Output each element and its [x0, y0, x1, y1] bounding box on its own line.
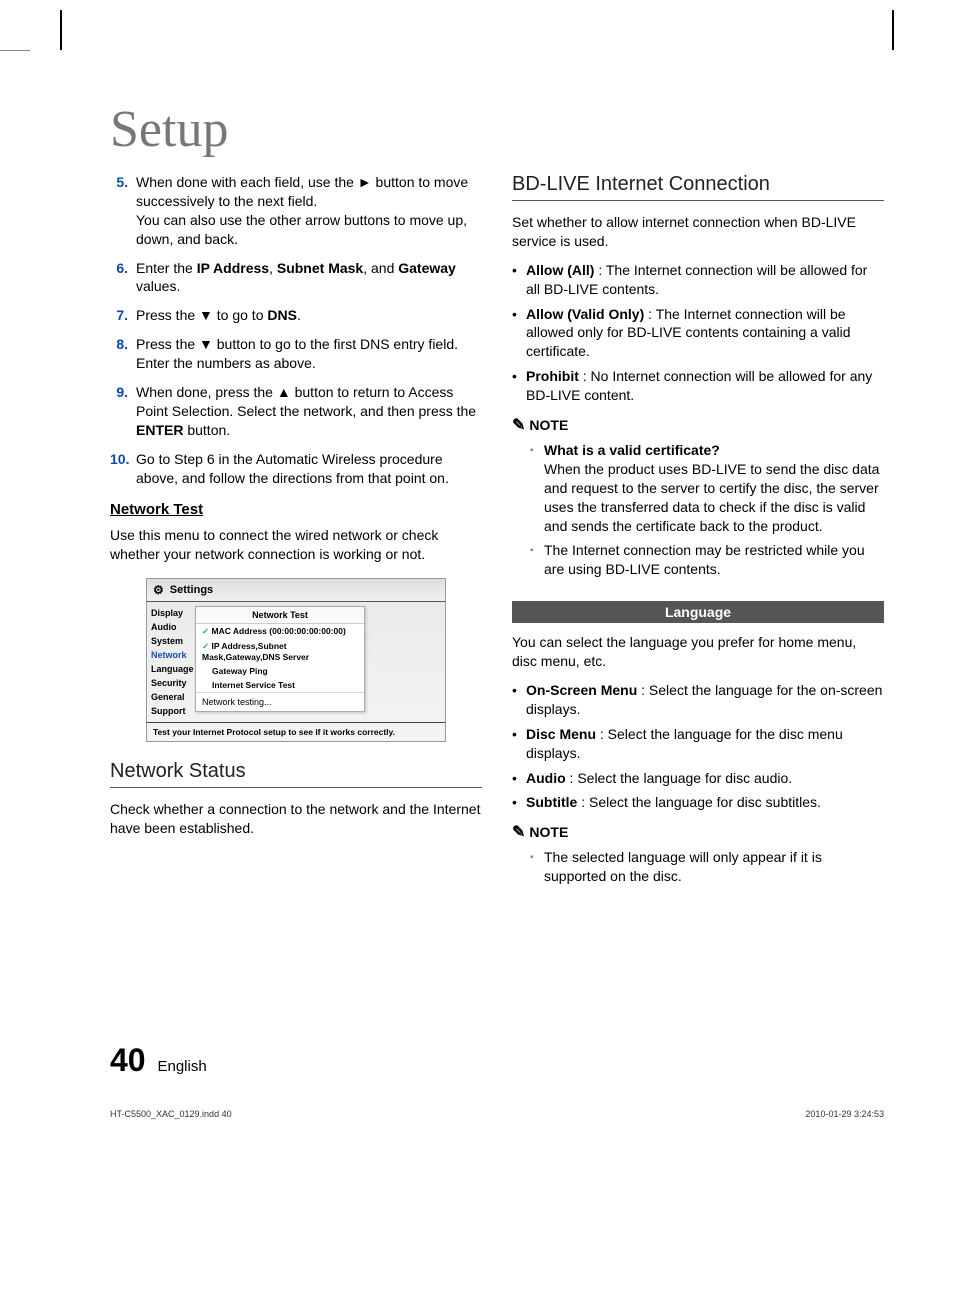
settings-sidebar-item: Support	[147, 704, 193, 718]
language-paragraph: You can select the language you prefer f…	[512, 633, 884, 671]
settings-footer-hint: Test your Internet Protocol setup to see…	[147, 722, 445, 741]
network-status-paragraph: Check whether a connection to the networ…	[110, 800, 482, 838]
print-footer: HT-C5500_XAC_0129.indd 40 2010-01-29 3:2…	[110, 1109, 884, 1119]
settings-title-text: Settings	[170, 584, 213, 596]
gear-icon: ⚙	[153, 583, 164, 597]
bdlive-note: The Internet connection may be restricte…	[530, 541, 884, 579]
note-icon: ✎	[512, 824, 525, 841]
setup-step: 10.Go to Step 6 in the Automatic Wireles…	[110, 450, 482, 488]
setup-step: 6.Enter the IP Address, Subnet Mask, and…	[110, 259, 482, 297]
language-bullet: On-Screen Menu : Select the language for…	[512, 681, 884, 719]
settings-sidebar-item: Display	[147, 606, 193, 620]
settings-screenshot: ⚙ Settings DisplayAudioSystemNetworkLang…	[146, 578, 446, 742]
language-note: The selected language will only appear i…	[530, 848, 884, 886]
network-status-heading: Network Status	[110, 760, 482, 788]
language-bullet: Disc Menu : Select the language for the …	[512, 725, 884, 763]
network-test-row: MAC Address (00:00:00:00:00:00)	[196, 624, 364, 639]
bdlive-bullet: Allow (Valid Only) : The Internet connec…	[512, 305, 884, 362]
left-column: 5.When done with each field, use the ► b…	[110, 173, 482, 892]
network-test-row: Gateway Ping	[196, 664, 364, 678]
page-number: 40	[110, 1042, 146, 1079]
print-timestamp: 2010-01-29 3:24:53	[805, 1109, 884, 1119]
bdlive-bullet-list: Allow (All) : The Internet connection wi…	[512, 261, 884, 405]
network-test-row: IP Address,Subnet Mask,Gateway,DNS Serve…	[196, 639, 364, 664]
note-icon: ✎	[512, 417, 525, 434]
language-bullet-list: On-Screen Menu : Select the language for…	[512, 681, 884, 812]
manual-page: Setup 5.When done with each field, use t…	[0, 0, 954, 1179]
setup-steps-list: 5.When done with each field, use the ► b…	[110, 173, 482, 487]
setup-step: 8.Press the ▼ button to go to the first …	[110, 335, 482, 373]
language-section-badge: Language	[512, 601, 884, 623]
print-filename: HT-C5500_XAC_0129.indd 40	[110, 1109, 232, 1119]
settings-titlebar: ⚙ Settings	[147, 579, 445, 602]
network-test-row: Internet Service Test	[196, 678, 364, 692]
popup-title: Network Test	[196, 607, 364, 624]
settings-sidebar-item: Language	[147, 662, 193, 676]
right-column: BD-LIVE Internet Connection Set whether …	[512, 173, 884, 892]
network-test-paragraph: Use this menu to connect the wired netwo…	[110, 526, 482, 564]
bdlive-bullet: Allow (All) : The Internet connection wi…	[512, 261, 884, 299]
note-header-2: ✎NOTE	[512, 822, 884, 842]
bdlive-bullet: Prohibit : No Internet connection will b…	[512, 367, 884, 405]
network-test-popup: Network Test MAC Address (00:00:00:00:00…	[195, 606, 365, 712]
bdlive-heading: BD-LIVE Internet Connection	[512, 173, 884, 201]
popup-status: Network testing...	[196, 692, 364, 711]
setup-step: 7.Press the ▼ to go to DNS.	[110, 306, 482, 325]
bdlive-notes-list: What is a valid certificate?When the pro…	[512, 441, 884, 579]
settings-sidebar-item: General	[147, 690, 193, 704]
network-test-heading: Network Test	[110, 501, 482, 518]
setup-step: 5.When done with each field, use the ► b…	[110, 173, 482, 249]
setup-step: 9.When done, press the ▲ button to retur…	[110, 383, 482, 440]
language-bullet: Audio : Select the language for disc aud…	[512, 769, 884, 788]
page-language: English	[157, 1058, 206, 1075]
settings-sidebar-item: Audio	[147, 620, 193, 634]
language-notes-list: The selected language will only appear i…	[512, 848, 884, 886]
settings-sidebar: DisplayAudioSystemNetworkLanguageSecurit…	[147, 602, 193, 722]
note-header-1: ✎NOTE	[512, 415, 884, 435]
settings-sidebar-item: Security	[147, 676, 193, 690]
page-title: Setup	[110, 100, 884, 159]
language-bullet: Subtitle : Select the language for disc …	[512, 793, 884, 812]
two-column-layout: 5.When done with each field, use the ► b…	[110, 173, 884, 892]
page-footer: 40 English	[110, 1042, 884, 1079]
bdlive-paragraph: Set whether to allow internet connection…	[512, 213, 884, 251]
settings-sidebar-item: System	[147, 634, 193, 648]
bdlive-note: What is a valid certificate?When the pro…	[530, 441, 884, 535]
settings-main: Network Test MAC Address (00:00:00:00:00…	[193, 602, 445, 722]
settings-sidebar-item: Network	[147, 648, 193, 662]
